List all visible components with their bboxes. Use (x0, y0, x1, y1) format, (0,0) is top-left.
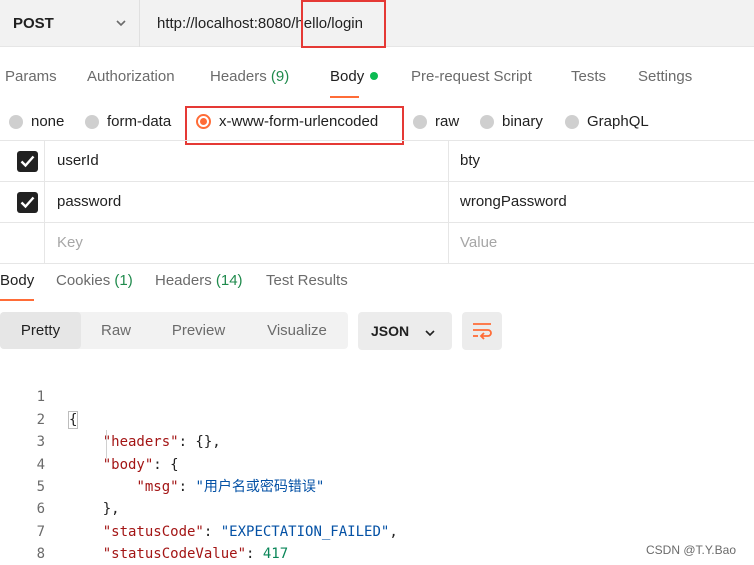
pretty-button[interactable]: Pretty (0, 312, 81, 349)
radio-graphql[interactable]: GraphQL (565, 113, 649, 130)
cookies-count: (1) (114, 272, 133, 289)
raw-button[interactable]: Raw (81, 312, 151, 349)
chevron-down-icon (115, 16, 127, 34)
tab-authorization[interactable]: Authorization (87, 68, 175, 85)
request-tabs: Params Authorization Headers (9) Body Pr… (0, 58, 754, 98)
checkbox-checked-icon[interactable] (17, 151, 38, 172)
language-select[interactable]: JSON (358, 312, 452, 350)
response-tab-cookies[interactable]: Cookies (1) (56, 272, 133, 289)
radio-none[interactable]: none (9, 113, 64, 130)
response-tab-test-results[interactable]: Test Results (266, 272, 348, 289)
code-line: 4 "msg": "用户名或密码错误" (0, 431, 754, 495)
response-code-viewer[interactable]: 1 { 2 "headers": {}, 3 "body": { 4 "msg"… (0, 364, 754, 562)
line-number: 8 (36, 546, 45, 563)
response-headers-count: (14) (215, 272, 243, 289)
code-line: 7 "statusCodeValue": 417 (0, 498, 754, 562)
preview-button[interactable]: Preview (151, 312, 246, 349)
method-select[interactable]: POST (0, 0, 140, 47)
code-line: 2 "headers": {}, (0, 386, 754, 450)
method-label: POST (13, 15, 54, 32)
tab-settings[interactable]: Settings (638, 68, 692, 85)
chevron-down-icon (424, 326, 436, 342)
language-label: JSON (371, 323, 410, 339)
tab-headers[interactable]: Headers (9) (210, 68, 289, 85)
url-path-highlight-box (301, 0, 386, 48)
radio-binary[interactable]: binary (480, 113, 543, 130)
response-tab-body[interactable]: Body (0, 272, 35, 301)
tab-body[interactable]: Body (330, 68, 379, 98)
wrap-lines-button[interactable] (462, 312, 502, 350)
tab-tests[interactable]: Tests (571, 68, 606, 85)
code-line: 8 } (0, 521, 754, 562)
watermark: CSDN @T.Y.Bao (646, 543, 736, 557)
value-placeholder-input[interactable]: Value (460, 234, 497, 251)
response-tabs: Body Cookies (1) Headers (14) Test Resul… (0, 262, 754, 301)
body-indicator-dot (370, 72, 379, 80)
indent-guide (106, 430, 107, 458)
key-placeholder-input[interactable]: Key (57, 234, 83, 251)
visualize-button[interactable]: Visualize (246, 312, 348, 349)
param-value[interactable]: bty (460, 152, 480, 169)
code-line: 6 "statusCode": "EXPECTATION_FAILED", (0, 476, 754, 539)
radio-circle-icon (480, 114, 494, 129)
table-row: password wrongPassword (0, 182, 754, 223)
radio-circle-icon (413, 114, 427, 129)
param-key[interactable]: password (57, 193, 121, 210)
response-tab-headers[interactable]: Headers (14) (155, 272, 243, 289)
param-key[interactable]: userId (57, 152, 99, 169)
radio-circle-icon (565, 114, 579, 129)
tab-params[interactable]: Params (5, 68, 57, 85)
radio-form-data[interactable]: form-data (85, 113, 171, 130)
code-line: 3 "body": { (0, 409, 754, 472)
radio-circle-icon (9, 114, 23, 129)
table-row-placeholder: Key Value (0, 223, 754, 264)
radio-raw[interactable]: raw (413, 113, 459, 130)
param-value[interactable]: wrongPassword (460, 193, 567, 210)
code-line: 1 { (0, 364, 754, 429)
tab-pre-request-script[interactable]: Pre-request Script (411, 68, 532, 85)
checkbox-checked-icon[interactable] (17, 192, 38, 213)
table-row: userId bty (0, 141, 754, 182)
format-segmented-control: Pretty Raw Preview Visualize (0, 312, 348, 349)
radio-circle-icon (85, 114, 99, 129)
params-table: userId bty password wrongPassword Key Va… (0, 140, 754, 264)
headers-count: (9) (270, 68, 290, 85)
code-line: 5 }, (0, 454, 754, 517)
